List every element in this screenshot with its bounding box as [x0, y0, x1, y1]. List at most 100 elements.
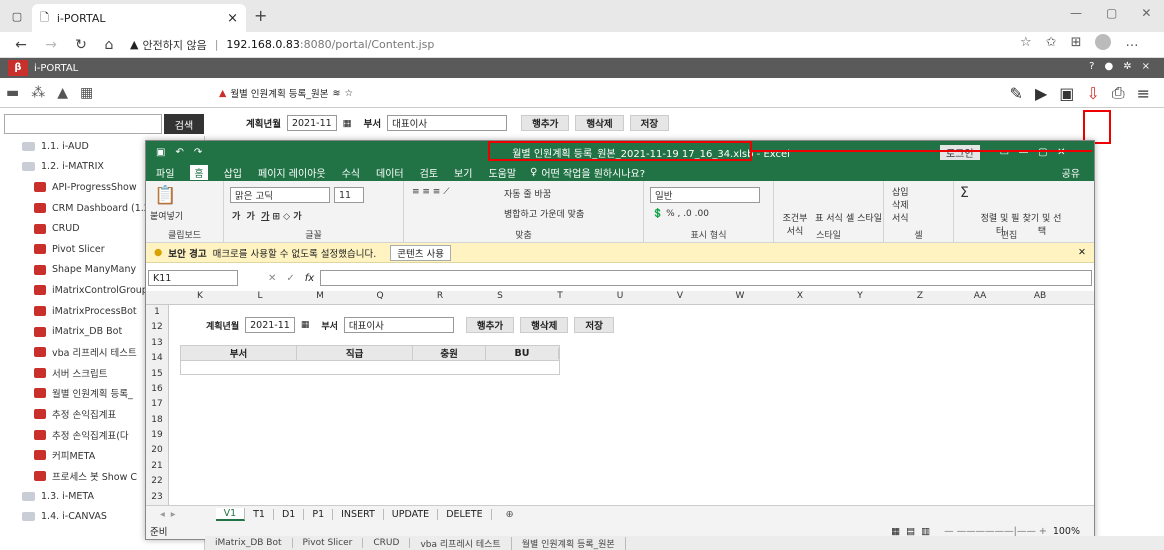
favorite-star-icon[interactable]: ☆ — [344, 88, 353, 99]
sheet-tab[interactable]: INSERT — [333, 509, 384, 520]
dept-select[interactable]: 대표이사 — [387, 115, 508, 131]
excel-menu-tab[interactable]: 파일 — [156, 165, 174, 180]
cell-style-button[interactable]: 셀 스타일 — [846, 211, 882, 224]
delete-cells-button[interactable]: 삭제 — [892, 198, 909, 211]
close-window-button[interactable]: ✕ — [1141, 6, 1151, 20]
portal-tab[interactable]: CRUD — [363, 538, 411, 548]
row-header[interactable]: 15 — [146, 367, 168, 382]
column-header[interactable]: R — [410, 291, 470, 301]
column-header[interactable]: M — [290, 291, 350, 301]
add-row-button[interactable]: 행추가 — [521, 115, 570, 131]
sheet-tab[interactable]: V1 — [215, 508, 246, 521]
column-header[interactable]: K — [170, 291, 230, 301]
save-report-icon[interactable]: ▣ — [1059, 84, 1074, 103]
minimize-button[interactable]: — — [1070, 6, 1082, 20]
column-header[interactable]: Z — [890, 291, 950, 301]
paste-icon[interactable]: 📋 — [154, 185, 176, 206]
undo-icon[interactable]: ↶ — [175, 147, 183, 158]
sheet-tab[interactable]: T1 — [245, 509, 274, 520]
row-header[interactable]: 17 — [146, 397, 168, 412]
number-format-select[interactable]: 일반 — [650, 187, 760, 203]
portal-tab[interactable]: vba 리프레시 테스트 — [410, 536, 512, 550]
name-box[interactable]: K11 — [148, 270, 238, 286]
back-button[interactable]: ← — [10, 34, 32, 56]
enable-content-button[interactable]: 콘텐츠 사용 — [390, 244, 451, 261]
login-button[interactable]: 로그인 — [939, 144, 980, 160]
redo-icon[interactable]: ↷ — [194, 147, 202, 158]
excel-save-icon[interactable]: ▣ — [156, 147, 165, 158]
help-button[interactable]: ? — [1089, 61, 1094, 72]
column-header[interactable]: Y — [830, 291, 890, 301]
excel-menu-tab[interactable]: 수식 — [342, 165, 360, 180]
zoom-slider[interactable]: — ——————|—— + — [944, 526, 1047, 537]
font-name-select[interactable]: 맑은 고딕 — [230, 187, 330, 203]
column-header[interactable]: AA — [950, 291, 1010, 301]
portal-tab[interactable]: iMatrix_DB Bot — [205, 538, 293, 548]
menu-list-icon[interactable]: ≡ — [1137, 84, 1150, 103]
column-header[interactable]: T — [530, 291, 590, 301]
sheet-tab[interactable]: UPDATE — [384, 509, 439, 520]
column-header[interactable]: AB — [1010, 291, 1070, 301]
column-header[interactable]: U — [590, 291, 650, 301]
row-header[interactable]: 21 — [146, 459, 168, 474]
column-header[interactable]: L — [230, 291, 290, 301]
tab-actions-icon[interactable]: ▢ — [6, 5, 28, 27]
font-style-buttons[interactable]: 가 가 가 ⊞ ◇ 가 — [232, 209, 302, 222]
save-button[interactable]: 저장 — [629, 115, 670, 131]
column-header[interactable]: X — [770, 291, 830, 301]
number-buttons[interactable]: 💲 % , .0 .00 — [652, 209, 709, 219]
sheet-tab[interactable]: D1 — [274, 509, 305, 520]
delete-row-button[interactable]: 행삭제 — [575, 115, 624, 131]
cancel-icon[interactable]: ✕ — [268, 273, 276, 284]
grid-icon[interactable]: ▦ — [80, 85, 93, 101]
new-tab-button[interactable]: + — [254, 6, 267, 25]
favorites-icon[interactable]: ✩ — [1046, 35, 1057, 50]
settings-icon[interactable]: ✲ — [1123, 61, 1131, 72]
excel-menu-tab[interactable]: 홈 — [190, 164, 208, 180]
excel-menu-tab[interactable]: 검토 — [420, 165, 438, 180]
close-warning-button[interactable]: ✕ — [1078, 247, 1086, 258]
sheet-nav-arrows[interactable]: ◂ ▸ — [160, 509, 176, 520]
excel-menu-tab[interactable]: 도움말 — [488, 165, 516, 180]
format-cells-button[interactable]: 서식 — [892, 211, 909, 224]
excel-menu-tab[interactable]: 삽입 — [224, 165, 242, 180]
insert-cells-button[interactable]: 삽입 — [892, 185, 909, 198]
portal-tab[interactable]: 월별 인원계획 등록_원본 — [512, 536, 626, 550]
row-header[interactable]: 18 — [146, 413, 168, 428]
layers-icon[interactable]: ≋ — [333, 88, 341, 99]
collections-icon[interactable]: ⊞ — [1071, 35, 1082, 50]
sheet-add-row-button[interactable]: 행추가 — [465, 317, 515, 333]
row-header[interactable]: 20 — [146, 443, 168, 458]
paste-button[interactable]: 붙여넣기 — [150, 209, 183, 222]
column-header[interactable]: Q — [350, 291, 410, 301]
excel-menu-tab[interactable]: 데이터 — [376, 165, 404, 180]
forward-button[interactable]: → — [40, 34, 62, 56]
print-icon[interactable]: ⎙ — [1112, 83, 1125, 103]
table-format-button[interactable]: 표 서식 — [814, 211, 844, 224]
folder-open-icon[interactable]: ▬ — [6, 85, 19, 101]
tell-me-input[interactable]: 어떤 작업을 원하시나요? — [541, 165, 645, 180]
font-size-select[interactable]: 11 — [334, 187, 364, 203]
excel-window-controls[interactable]: ▭ — ▢ ✕ — [1000, 147, 1066, 158]
excel-menu-tab[interactable]: 보기 — [454, 165, 472, 180]
merge-center-button[interactable]: 병합하고 가운데 맞춤 — [504, 207, 584, 220]
user-icon[interactable]: ● — [1104, 61, 1113, 72]
column-header[interactable]: S — [470, 291, 530, 301]
sheet-tab[interactable]: P1 — [304, 509, 334, 520]
sheet-delete-row-button[interactable]: 행삭제 — [520, 317, 569, 333]
maximize-button[interactable]: ▢ — [1106, 6, 1117, 20]
url-field[interactable]: ▲ 안전하지 않음 | 192.168.0.83 :8080/portal/Co… — [130, 37, 434, 53]
sheet-calendar-icon[interactable]: ▦ — [301, 320, 310, 330]
search-button[interactable]: 검색 — [164, 114, 204, 134]
excel-download-icon[interactable]: ⇩ — [1086, 84, 1099, 103]
edit-report-icon[interactable]: ✎ — [1010, 84, 1023, 103]
calendar-icon[interactable]: ▦ — [343, 118, 352, 129]
row-header[interactable]: 1 — [146, 305, 168, 320]
table-row[interactable] — [180, 361, 560, 375]
wrap-text-button[interactable]: 자동 줄 바꿈 — [504, 187, 551, 200]
profile-avatar[interactable] — [1095, 34, 1112, 50]
browser-tab[interactable]: 🗋 i-PORTAL × — [32, 4, 246, 32]
portal-tab[interactable]: Pivot Slicer — [293, 538, 364, 548]
sheet-month-input[interactable]: 2021-11 — [245, 317, 295, 333]
home-button[interactable]: ⌂ — [98, 34, 120, 56]
